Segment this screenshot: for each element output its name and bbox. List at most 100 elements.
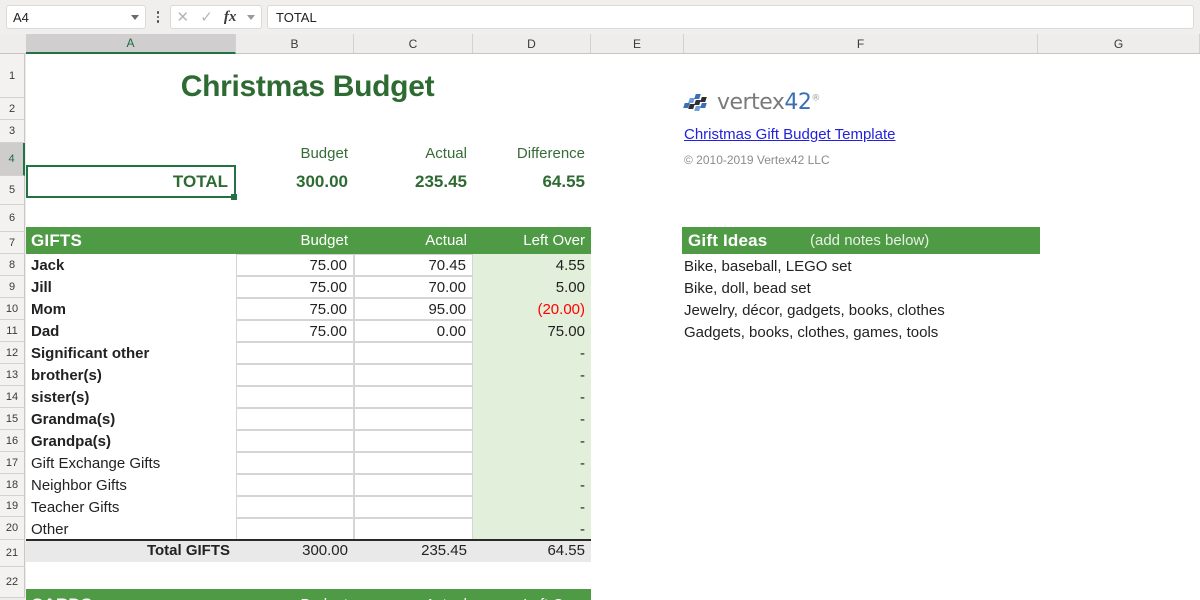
gift-row-actual[interactable] (354, 474, 473, 496)
gift-row-budget[interactable] (236, 474, 354, 496)
gift-row-name[interactable]: sister(s) (26, 386, 236, 408)
name-box[interactable]: A4 (6, 5, 146, 29)
row-header-16[interactable]: 16 (0, 430, 25, 452)
row-header-12[interactable]: 12 (0, 342, 25, 364)
gift-row-left-over[interactable]: - (473, 518, 591, 540)
column-header-a[interactable]: A (26, 34, 236, 54)
gift-row-name[interactable]: Neighbor Gifts (26, 474, 236, 496)
more-options-icon[interactable] (149, 5, 167, 29)
gift-row-name[interactable]: Other (26, 518, 236, 540)
total-gifts-actual[interactable]: 235.45 (354, 539, 473, 562)
row-header-22[interactable]: 22 (0, 567, 25, 598)
row-header-15[interactable]: 15 (0, 408, 25, 430)
gift-row-left-over[interactable]: 5.00 (473, 276, 591, 298)
row-header-10[interactable]: 10 (0, 298, 25, 320)
gift-row-left-over[interactable]: - (473, 430, 591, 452)
gift-row-actual[interactable] (354, 342, 473, 364)
row-header-13[interactable]: 13 (0, 364, 25, 386)
row-header-3[interactable]: 3 (0, 120, 25, 143)
row-header-7[interactable]: 7 (0, 232, 25, 254)
gift-row-left-over[interactable]: - (473, 386, 591, 408)
gift-row-left-over[interactable]: 75.00 (473, 320, 591, 342)
row-header-5[interactable]: 5 (0, 176, 25, 205)
gift-idea-note[interactable]: Gadgets, books, clothes, games, tools (684, 322, 1084, 344)
gift-row-name[interactable]: Mom (26, 298, 236, 320)
gift-idea-note[interactable]: Jewelry, décor, gadgets, books, clothes (684, 300, 1084, 322)
gift-row-budget[interactable]: 75.00 (236, 298, 354, 320)
row-header-19[interactable]: 19 (0, 496, 25, 517)
gift-row-budget[interactable] (236, 452, 354, 474)
gift-row-budget[interactable] (236, 408, 354, 430)
row-header-20[interactable]: 20 (0, 517, 25, 540)
gift-idea-note[interactable]: Bike, baseball, LEGO set (684, 256, 1084, 278)
cancel-x-icon[interactable]: ✕ (177, 8, 190, 26)
row-header-17[interactable]: 17 (0, 452, 25, 474)
column-header-e[interactable]: E (591, 34, 684, 53)
gift-row-left-over[interactable]: 4.55 (473, 254, 591, 276)
column-header-b[interactable]: B (236, 34, 354, 53)
gift-row-actual[interactable]: 70.45 (354, 254, 473, 276)
gift-row-budget[interactable] (236, 496, 354, 518)
gift-row-name[interactable]: Grandpa(s) (26, 430, 236, 452)
gift-idea-note[interactable]: Bike, doll, bead set (684, 278, 1084, 300)
row-header-9[interactable]: 9 (0, 276, 25, 298)
row-header-21[interactable]: 21 (0, 540, 25, 567)
gift-row-left-over[interactable]: - (473, 452, 591, 474)
template-link[interactable]: Christmas Gift Budget Template (684, 126, 895, 143)
gift-row-name[interactable]: Significant other (26, 342, 236, 364)
cell-B4-total-budget[interactable]: 300.00 (236, 165, 354, 198)
column-header-g[interactable]: G (1038, 34, 1200, 53)
gift-row-name[interactable]: Jack (26, 254, 236, 276)
gift-row-budget[interactable] (236, 364, 354, 386)
gift-row-left-over[interactable]: - (473, 364, 591, 386)
gift-row-name[interactable]: Jill (26, 276, 236, 298)
gift-row-actual[interactable]: 0.00 (354, 320, 473, 342)
row-header-11[interactable]: 11 (0, 320, 25, 342)
gift-row-left-over[interactable]: - (473, 408, 591, 430)
gift-row-name[interactable]: Gift Exchange Gifts (26, 452, 236, 474)
gift-row-name[interactable]: Teacher Gifts (26, 496, 236, 518)
row-header-8[interactable]: 8 (0, 254, 25, 276)
confirm-check-icon[interactable]: ✓ (200, 8, 213, 26)
gift-row-actual[interactable] (354, 408, 473, 430)
insert-function-icon[interactable]: fx (224, 9, 237, 26)
gift-row-budget[interactable] (236, 342, 354, 364)
cell-D4-total-difference[interactable]: 64.55 (473, 165, 591, 198)
gift-row-budget[interactable]: 75.00 (236, 320, 354, 342)
gift-row-left-over[interactable]: (20.00) (473, 298, 591, 320)
row-header-2[interactable]: 2 (0, 98, 25, 120)
gift-row-budget[interactable]: 75.00 (236, 276, 354, 298)
gift-row-budget[interactable] (236, 386, 354, 408)
gift-row-actual[interactable] (354, 430, 473, 452)
row-header-1[interactable]: 1 (0, 54, 25, 98)
row-header-14[interactable]: 14 (0, 386, 25, 408)
total-gifts-budget[interactable]: 300.00 (236, 539, 354, 562)
column-header-f[interactable]: F (684, 34, 1038, 53)
chevron-down-icon[interactable] (131, 14, 139, 20)
gift-row-actual[interactable] (354, 386, 473, 408)
gift-row-actual[interactable] (354, 364, 473, 386)
gift-row-left-over[interactable]: - (473, 474, 591, 496)
gift-row-actual[interactable] (354, 518, 473, 540)
gift-row-name[interactable]: brother(s) (26, 364, 236, 386)
gift-row-actual[interactable] (354, 452, 473, 474)
row-header-4[interactable]: 4 (0, 143, 25, 176)
cell-A4-total-label[interactable]: TOTAL (26, 165, 236, 198)
gift-row-actual[interactable]: 95.00 (354, 298, 473, 320)
formula-input[interactable]: TOTAL (267, 5, 1194, 29)
column-header-c[interactable]: C (354, 34, 473, 53)
gift-row-budget[interactable]: 75.00 (236, 254, 354, 276)
gift-row-actual[interactable] (354, 496, 473, 518)
gift-row-left-over[interactable]: - (473, 496, 591, 518)
row-header-18[interactable]: 18 (0, 474, 25, 496)
gift-row-left-over[interactable]: - (473, 342, 591, 364)
gift-row-name[interactable]: Grandma(s) (26, 408, 236, 430)
gift-row-budget[interactable] (236, 518, 354, 540)
gift-row-name[interactable]: Dad (26, 320, 236, 342)
cell-C4-total-actual[interactable]: 235.45 (354, 165, 473, 198)
gift-row-actual[interactable]: 70.00 (354, 276, 473, 298)
column-header-d[interactable]: D (473, 34, 591, 53)
chevron-down-icon[interactable] (247, 14, 256, 20)
gift-row-budget[interactable] (236, 430, 354, 452)
total-gifts-left-over[interactable]: 64.55 (473, 539, 591, 562)
